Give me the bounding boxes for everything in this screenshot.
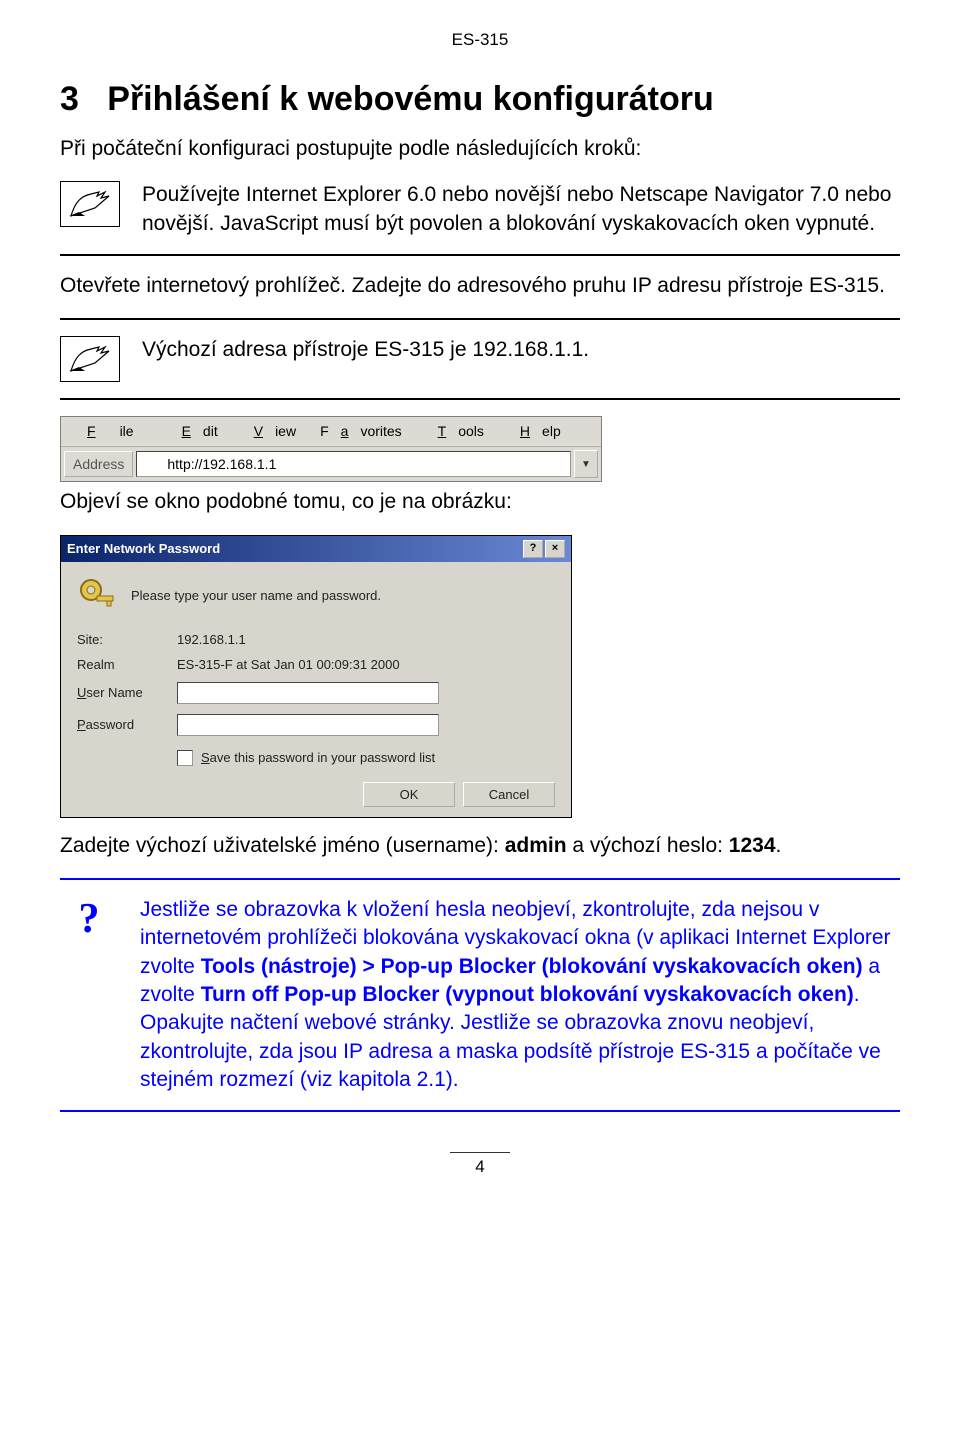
username-input[interactable] [177,682,439,704]
ok-button[interactable]: OK [363,782,455,807]
menu-favorites[interactable]: Favorites [308,420,414,442]
note-1-text: Používejte Internet Explorer 6.0 nebo no… [142,181,900,238]
address-dropdown-button[interactable]: ▼ [574,450,598,478]
intro-text: Při počáteční konfiguraci postupujte pod… [60,135,900,163]
dialog-close-button[interactable]: × [545,540,565,558]
credentials-text: Zadejte výchozí uživatelské jméno (usern… [60,832,900,860]
menu-view[interactable]: View [230,420,308,442]
blue-divider [60,1110,900,1112]
ie-menu-bar: File Edit View Favorites Tools Help [61,417,601,446]
password-input[interactable] [177,714,439,736]
hand-note-icon [60,336,120,382]
menu-edit[interactable]: Edit [158,420,230,442]
dialog-help-button[interactable]: ? [523,540,543,558]
section-title: Přihlášení k webovému konfigurátoru [107,80,713,118]
appears-text: Objeví se okno podobné tomu, co je na ob… [60,488,900,516]
header-code: ES-315 [60,30,900,50]
hand-note-icon [60,181,120,227]
save-password-checkbox[interactable] [177,750,193,766]
divider [60,254,900,256]
divider [60,318,900,320]
realm-label: Realm [77,657,167,672]
note-2-text: Výchozí adresa přístroje ES-315 je 192.1… [142,336,589,364]
address-label: Address [64,451,133,477]
divider [60,398,900,400]
realm-value: ES-315-F at Sat Jan 01 00:09:31 2000 [177,657,555,672]
menu-file[interactable]: File [63,420,158,442]
site-value: 192.168.1.1 [177,632,555,647]
ie-toolbar: File Edit View Favorites Tools Help Addr… [60,416,602,482]
step-open-text: Otevřete internetový prohlížeč. Zadejte … [60,272,900,300]
site-label: Site: [77,632,167,647]
password-label: Password [77,717,167,732]
menu-tools[interactable]: Tools [414,420,496,442]
section-heading: 3 Přihlášení k webovému konfigurátoru [60,80,900,119]
password-dialog: Enter Network Password ? × Please type y… [60,535,572,818]
page-number: 4 [450,1152,510,1177]
troubleshoot-text: Jestliže se obrazovka k vložení hesla ne… [140,896,900,1094]
cancel-button[interactable]: Cancel [463,782,555,807]
blue-divider [60,878,900,880]
question-mark-icon: ? [60,896,118,940]
dialog-prompt: Please type your user name and password. [131,588,381,603]
address-input[interactable]: http://192.168.1.1 [136,451,571,477]
section-number: 3 [60,80,79,118]
menu-help[interactable]: Help [496,420,573,442]
key-icon [77,576,117,616]
username-label: User Name [77,685,167,700]
dialog-title: Enter Network Password [67,541,220,556]
save-password-label: Save this password in your password list [201,750,435,765]
